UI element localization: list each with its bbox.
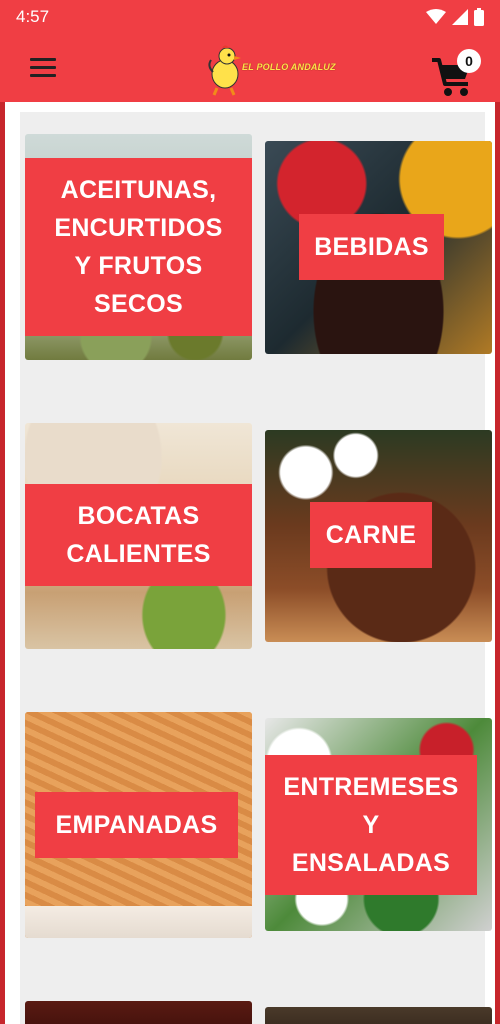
category-tile-entremeses[interactable]: ENTREMESES Y ENSALADAS: [265, 718, 492, 931]
cart-count-badge: 0: [457, 49, 481, 73]
category-label: CARNE: [310, 502, 432, 568]
app-bar: EL POLLO ANDALUZ 0: [0, 34, 500, 102]
chicken-mascot-icon: [208, 45, 241, 96]
category-tile-bocatas-calientes[interactable]: BOCATAS CALIENTES: [25, 423, 252, 649]
category-tile-partial[interactable]: [265, 1007, 492, 1024]
category-image: [25, 1001, 252, 1024]
hamburger-icon-line: [30, 66, 56, 69]
category-grid: ACEITUNAS, ENCURTIDOS Y FRUTOS SECOS BEB…: [20, 112, 492, 1024]
battery-icon: [474, 8, 484, 26]
category-label: ENTREMESES Y ENSALADAS: [265, 755, 477, 895]
category-list: ACEITUNAS, ENCURTIDOS Y FRUTOS SECOS BEB…: [5, 102, 495, 1024]
hamburger-icon-line: [30, 58, 56, 61]
category-label: BOCATAS CALIENTES: [25, 484, 252, 586]
category-label: BEBIDAS: [299, 214, 444, 280]
status-bar: 4:57: [0, 0, 500, 34]
brand-logo[interactable]: EL POLLO ANDALUZ: [205, 44, 336, 96]
signal-icon: [452, 9, 468, 25]
category-tile-aceitunas[interactable]: ACEITUNAS, ENCURTIDOS Y FRUTOS SECOS: [25, 134, 252, 360]
menu-button[interactable]: [30, 58, 56, 78]
hamburger-icon-line: [30, 74, 56, 77]
category-tile-carne[interactable]: CARNE: [265, 430, 492, 642]
category-tile-partial[interactable]: [25, 1001, 252, 1024]
category-tile-bebidas[interactable]: BEBIDAS: [265, 141, 492, 354]
category-tile-empanadas[interactable]: EMPANADAS: [25, 712, 252, 938]
category-label: EMPANADAS: [35, 792, 238, 858]
category-image: [265, 1007, 492, 1024]
wifi-icon: [426, 9, 446, 24]
logo-text: EL POLLO ANDALUZ: [242, 62, 336, 72]
cart-button[interactable]: 0: [430, 48, 486, 98]
status-icons: [426, 8, 484, 26]
status-time: 4:57: [16, 7, 50, 26]
category-label: ACEITUNAS, ENCURTIDOS Y FRUTOS SECOS: [25, 158, 252, 336]
